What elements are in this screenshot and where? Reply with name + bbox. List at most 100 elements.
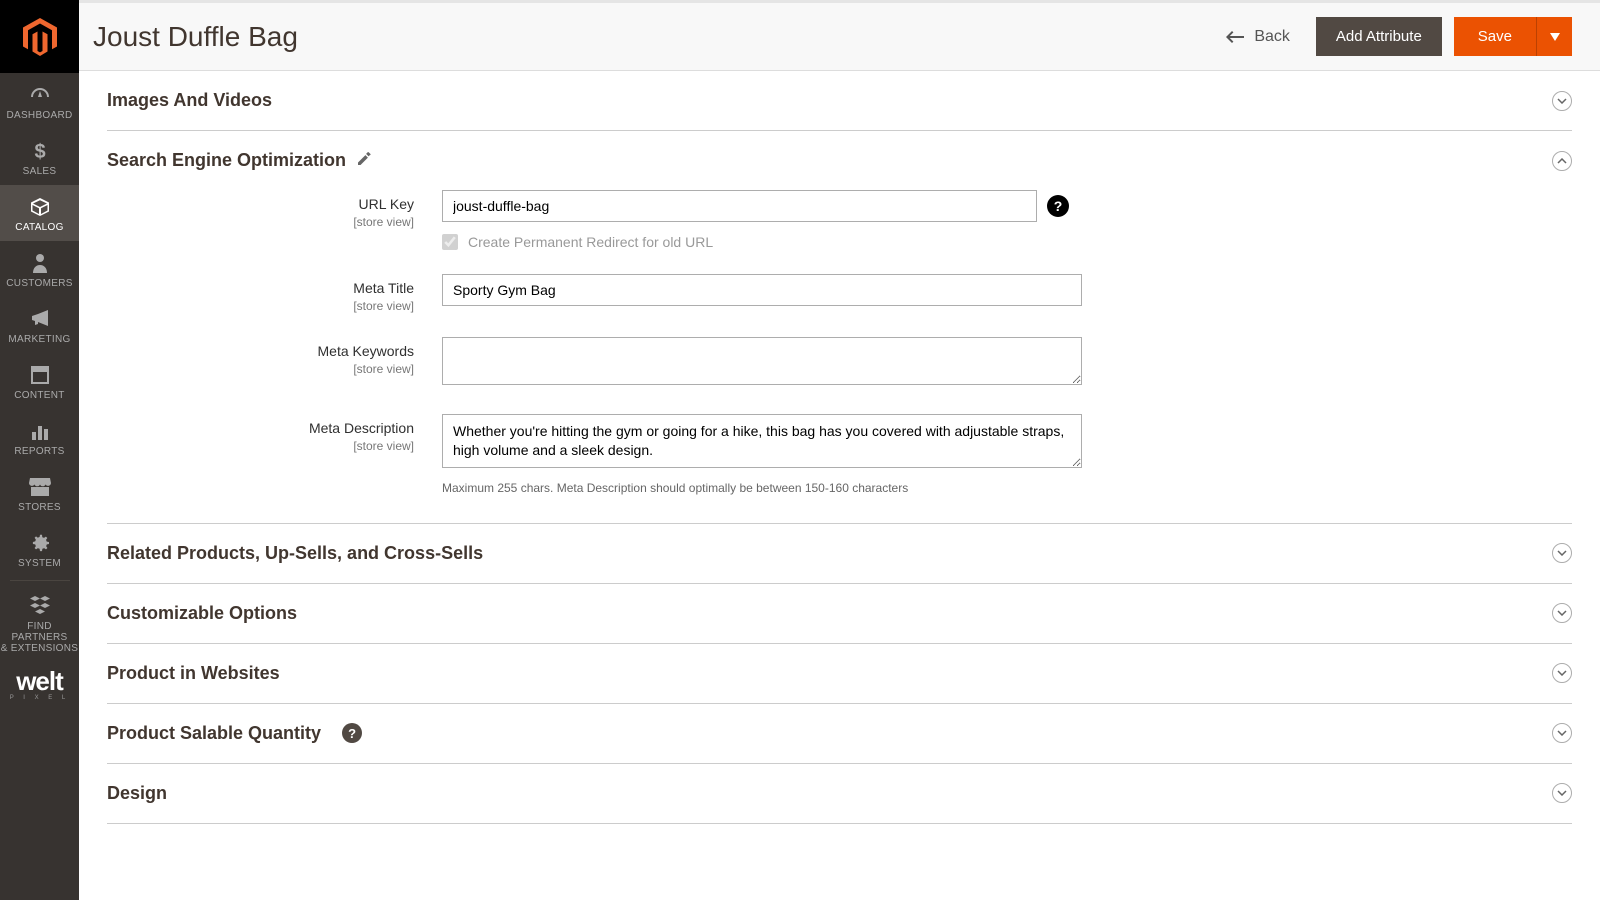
nav-stores[interactable]: STORES bbox=[0, 465, 79, 521]
layout-icon bbox=[31, 363, 49, 387]
section-header-related[interactable]: Related Products, Up-Sells, and Cross-Se… bbox=[107, 524, 1572, 583]
dollar-icon: $ bbox=[33, 139, 47, 163]
section-salable: Product Salable Quantity ? bbox=[107, 704, 1572, 764]
section-title: Related Products, Up-Sells, and Cross-Se… bbox=[107, 543, 483, 564]
scope-label: [store view] bbox=[107, 439, 414, 453]
field-meta-title: Meta Title [store view] bbox=[107, 274, 1572, 313]
add-attribute-button[interactable]: Add Attribute bbox=[1316, 17, 1442, 56]
nav-label: DASHBOARD bbox=[6, 110, 72, 121]
nav-customers[interactable]: CUSTOMERS bbox=[0, 241, 79, 297]
section-title: Design bbox=[107, 783, 167, 804]
label-meta-title: Meta Title bbox=[353, 280, 414, 296]
section-header-images[interactable]: Images And Videos bbox=[107, 71, 1572, 130]
section-title: Product Salable Quantity bbox=[107, 723, 321, 744]
meta-description-note: Maximum 255 chars. Meta Description shou… bbox=[442, 481, 1092, 495]
field-meta-keywords: Meta Keywords [store view] bbox=[107, 337, 1572, 390]
help-icon[interactable]: ? bbox=[342, 723, 362, 743]
scope-label: [store view] bbox=[107, 362, 414, 376]
nav-separator bbox=[10, 580, 70, 581]
back-label: Back bbox=[1254, 28, 1290, 46]
megaphone-icon bbox=[30, 307, 50, 331]
save-button-group: Save bbox=[1454, 17, 1572, 56]
section-images-videos: Images And Videos bbox=[107, 71, 1572, 131]
magento-logo-icon bbox=[23, 18, 57, 56]
blocks-icon bbox=[30, 594, 50, 618]
section-header-customizable[interactable]: Customizable Options bbox=[107, 584, 1572, 643]
welt-subtext: P I X E L bbox=[10, 695, 70, 701]
nav-label: REPORTS bbox=[14, 446, 64, 457]
expand-icon bbox=[1552, 91, 1572, 111]
page-header: Joust Duffle Bag Back Add Attribute Save bbox=[79, 3, 1600, 71]
welt-text: welt bbox=[16, 666, 63, 697]
save-dropdown-toggle[interactable] bbox=[1536, 17, 1572, 56]
pencil-icon[interactable] bbox=[358, 152, 371, 170]
meta-description-textarea[interactable] bbox=[442, 414, 1082, 468]
page-title: Joust Duffle Bag bbox=[93, 21, 298, 53]
nav-label: MARKETING bbox=[8, 334, 70, 345]
expand-icon bbox=[1552, 543, 1572, 563]
help-icon[interactable]: ? bbox=[1047, 195, 1069, 217]
redirect-label: Create Permanent Redirect for old URL bbox=[468, 234, 713, 250]
section-seo: Search Engine Optimization URL Key [stor… bbox=[107, 131, 1572, 524]
meta-title-input[interactable] bbox=[442, 274, 1082, 306]
label-meta-keywords: Meta Keywords bbox=[318, 343, 414, 359]
nav-system[interactable]: SYSTEM bbox=[0, 521, 79, 577]
section-customizable: Customizable Options bbox=[107, 584, 1572, 644]
section-websites: Product in Websites bbox=[107, 644, 1572, 704]
section-title: Customizable Options bbox=[107, 603, 297, 624]
admin-sidebar: DASHBOARD $ SALES CATALOG CUSTOMERS MARK… bbox=[0, 0, 79, 900]
header-actions: Back Add Attribute Save bbox=[1212, 17, 1572, 56]
section-header-design[interactable]: Design bbox=[107, 764, 1572, 823]
field-url-key: URL Key [store view] ? Create Permanent … bbox=[107, 190, 1572, 250]
redirect-checkbox-row: Create Permanent Redirect for old URL bbox=[442, 234, 1092, 250]
section-header-websites[interactable]: Product in Websites bbox=[107, 644, 1572, 703]
nav-marketing[interactable]: MARKETING bbox=[0, 297, 79, 353]
nav-label: CUSTOMERS bbox=[6, 278, 72, 289]
label-meta-description: Meta Description bbox=[309, 420, 414, 436]
bars-icon bbox=[31, 419, 49, 443]
save-button[interactable]: Save bbox=[1454, 17, 1536, 56]
nav-partners[interactable]: FIND PARTNERS & EXTENSIONS bbox=[0, 584, 79, 662]
caret-down-icon bbox=[1550, 33, 1560, 41]
welt-brand[interactable]: welt P I X E L bbox=[0, 666, 79, 701]
meta-keywords-textarea[interactable] bbox=[442, 337, 1082, 385]
cube-icon bbox=[30, 195, 50, 219]
expand-icon bbox=[1552, 663, 1572, 683]
section-header-seo[interactable]: Search Engine Optimization bbox=[107, 131, 1572, 190]
redirect-checkbox[interactable] bbox=[442, 234, 458, 250]
nav-label: SYSTEM bbox=[18, 558, 61, 569]
section-title: Images And Videos bbox=[107, 90, 272, 111]
seo-body: URL Key [store view] ? Create Permanent … bbox=[107, 190, 1572, 523]
nav-label: CONTENT bbox=[14, 390, 64, 401]
nav-dashboard[interactable]: DASHBOARD bbox=[0, 73, 79, 129]
back-button[interactable]: Back bbox=[1212, 20, 1304, 54]
nav-label: CATALOG bbox=[15, 222, 63, 233]
nav-content[interactable]: CONTENT bbox=[0, 353, 79, 409]
expand-icon bbox=[1552, 723, 1572, 743]
svg-text:$: $ bbox=[34, 141, 45, 162]
section-related: Related Products, Up-Sells, and Cross-Se… bbox=[107, 524, 1572, 584]
gear-icon bbox=[30, 531, 50, 555]
url-key-input[interactable] bbox=[442, 190, 1037, 222]
section-title: Search Engine Optimization bbox=[107, 150, 346, 171]
dashboard-icon bbox=[29, 83, 51, 107]
arrow-left-icon bbox=[1226, 31, 1244, 43]
expand-icon bbox=[1552, 783, 1572, 803]
collapse-icon bbox=[1552, 151, 1572, 171]
nav-catalog[interactable]: CATALOG bbox=[0, 185, 79, 241]
field-meta-description: Meta Description [store view] Maximum 25… bbox=[107, 414, 1572, 495]
scope-label: [store view] bbox=[107, 299, 414, 313]
section-header-salable[interactable]: Product Salable Quantity ? bbox=[107, 704, 1572, 763]
section-design: Design bbox=[107, 764, 1572, 824]
nav-sales[interactable]: $ SALES bbox=[0, 129, 79, 185]
section-title: Product in Websites bbox=[107, 663, 280, 684]
nav-label: FIND PARTNERS & EXTENSIONS bbox=[0, 621, 79, 654]
nav-reports[interactable]: REPORTS bbox=[0, 409, 79, 465]
expand-icon bbox=[1552, 603, 1572, 623]
label-url-key: URL Key bbox=[358, 196, 414, 212]
magento-logo[interactable] bbox=[0, 0, 79, 73]
storefront-icon bbox=[29, 475, 51, 499]
main-area: Joust Duffle Bag Back Add Attribute Save… bbox=[79, 0, 1600, 900]
content-scroll[interactable]: Images And Videos Search Engine Optimiza… bbox=[79, 71, 1600, 900]
nav-label: SALES bbox=[23, 166, 57, 177]
